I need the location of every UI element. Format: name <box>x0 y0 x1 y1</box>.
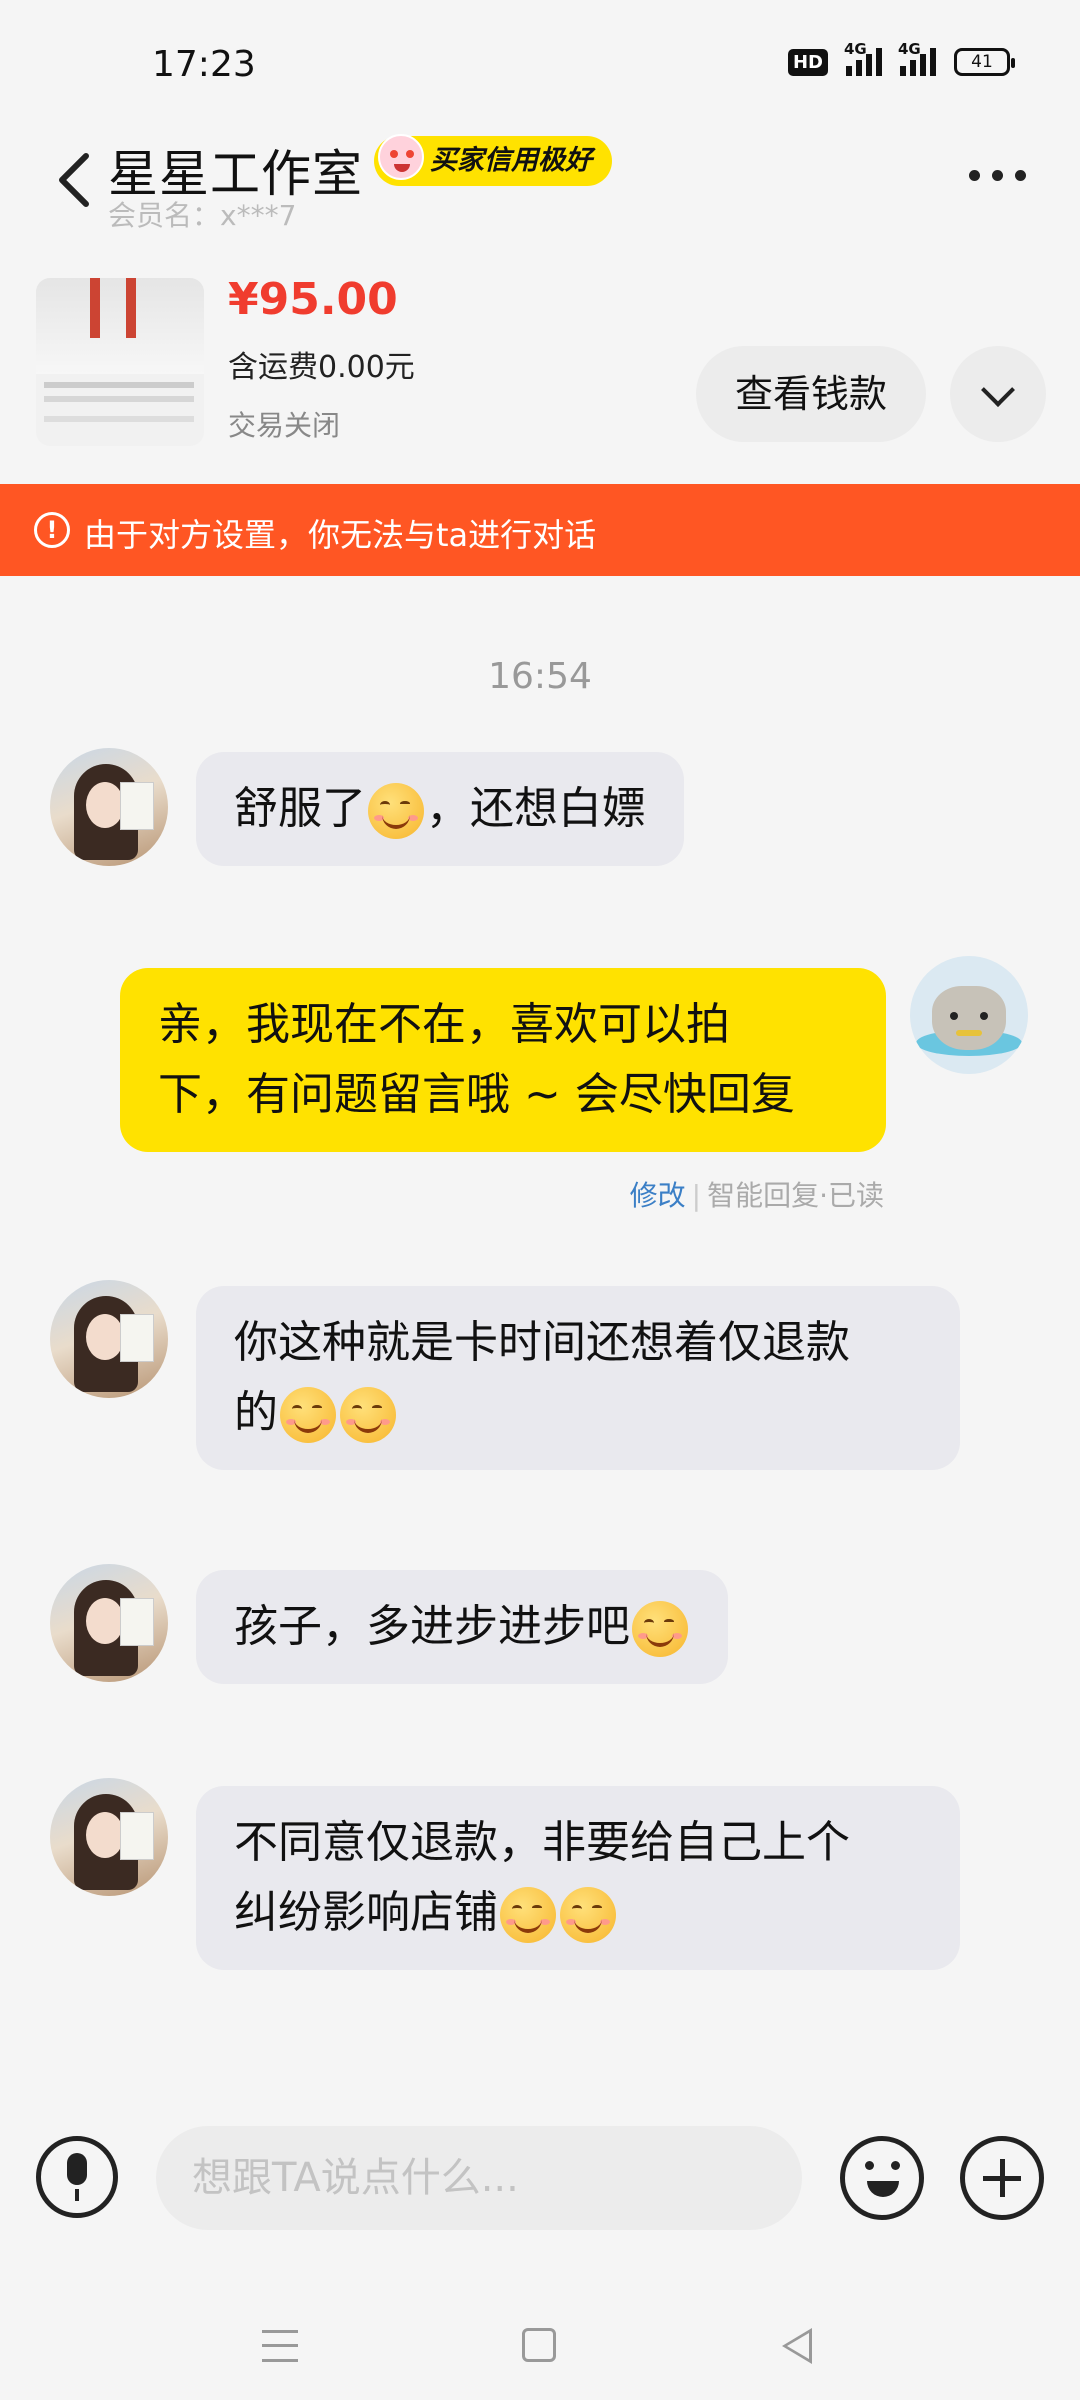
my-avatar[interactable] <box>910 956 1028 1074</box>
message-bubble[interactable]: 舒服了 ，还想白嫖 <box>196 752 684 866</box>
nav-back-icon[interactable] <box>782 2328 812 2364</box>
credit-badge-label: 买家信用极好 <box>430 145 592 176</box>
message-bubble[interactable]: 你这种就是卡时间还想着仅退款 的 <box>196 1286 960 1470</box>
other-avatar[interactable] <box>50 1280 168 1398</box>
smile-emoji-icon <box>632 1601 688 1657</box>
status-time: 17:23 <box>152 44 256 85</box>
voice-icon[interactable] <box>36 2136 118 2218</box>
hd-icon: HD <box>787 48 828 76</box>
more-icon[interactable] <box>969 170 1026 181</box>
message-input[interactable] <box>156 2126 802 2230</box>
credit-face-icon <box>378 134 424 180</box>
warning-text: 由于对方设置，你无法与ta进行对话 <box>84 516 597 554</box>
smile-emoji-icon <box>560 1887 616 1943</box>
credit-badge[interactable]: 买家信用极好 <box>374 134 612 186</box>
nav-home-icon[interactable] <box>522 2328 556 2362</box>
member-name: 会员名：x***7 <box>108 199 297 232</box>
signal-icon: 4G <box>844 40 882 76</box>
input-bar <box>0 2100 1080 2240</box>
emoji-icon[interactable] <box>840 2136 924 2220</box>
signal-icon-2: 4G <box>898 40 936 76</box>
view-payment-button[interactable]: 查看钱款 <box>696 346 926 442</box>
message-bubble[interactable]: 孩子，多进步进步吧 <box>196 1570 728 1684</box>
back-icon[interactable] <box>52 150 102 210</box>
trade-status: 交易关闭 <box>228 409 341 442</box>
other-avatar[interactable] <box>50 1564 168 1682</box>
system-nav-bar <box>0 2270 1080 2400</box>
product-price: ¥95.00 <box>228 274 398 325</box>
reply-meta: 修改 | 智能回复·已读 <box>629 1179 884 1212</box>
shipping-info: 含运费0.00元 <box>228 350 415 385</box>
chat-timestamp: 16:54 <box>488 656 592 697</box>
battery-icon: 41 <box>954 48 1015 76</box>
other-avatar[interactable] <box>50 748 168 866</box>
nav-menu-icon[interactable] <box>262 2330 298 2362</box>
warning-banner: ! 由于对方设置，你无法与ta进行对话 <box>0 484 1080 576</box>
other-avatar[interactable] <box>50 1778 168 1896</box>
chat-header: 星星工作室 买家信用极好 会员名：x***7 <box>0 120 1080 240</box>
product-card[interactable]: ¥95.00 含运费0.00元 交易关闭 查看钱款 <box>0 260 1080 460</box>
status-bar: 17:23 HD 4G 4G 41 <box>0 0 1080 130</box>
smile-emoji-icon <box>500 1887 556 1943</box>
plus-icon[interactable] <box>960 2136 1044 2220</box>
warning-icon: ! <box>34 512 70 548</box>
edit-link[interactable]: 修改 <box>630 1179 686 1212</box>
status-icons: HD 4G 4G 41 <box>787 40 1015 76</box>
smile-emoji-icon <box>280 1387 336 1443</box>
message-bubble[interactable]: 不同意仅退款，非要给自己上个 纠纷影响店铺 <box>196 1786 960 1970</box>
yawn-emoji-icon <box>368 783 424 839</box>
reply-info: 智能回复·已读 <box>707 1179 884 1212</box>
smile-emoji-icon <box>340 1387 396 1443</box>
product-thumbnail[interactable] <box>36 278 204 446</box>
my-message-bubble[interactable]: 亲，我现在不在，喜欢可以拍 下，有问题留言哦 ~ 会尽快回复 <box>120 968 886 1152</box>
chevron-down-icon[interactable] <box>950 346 1046 442</box>
